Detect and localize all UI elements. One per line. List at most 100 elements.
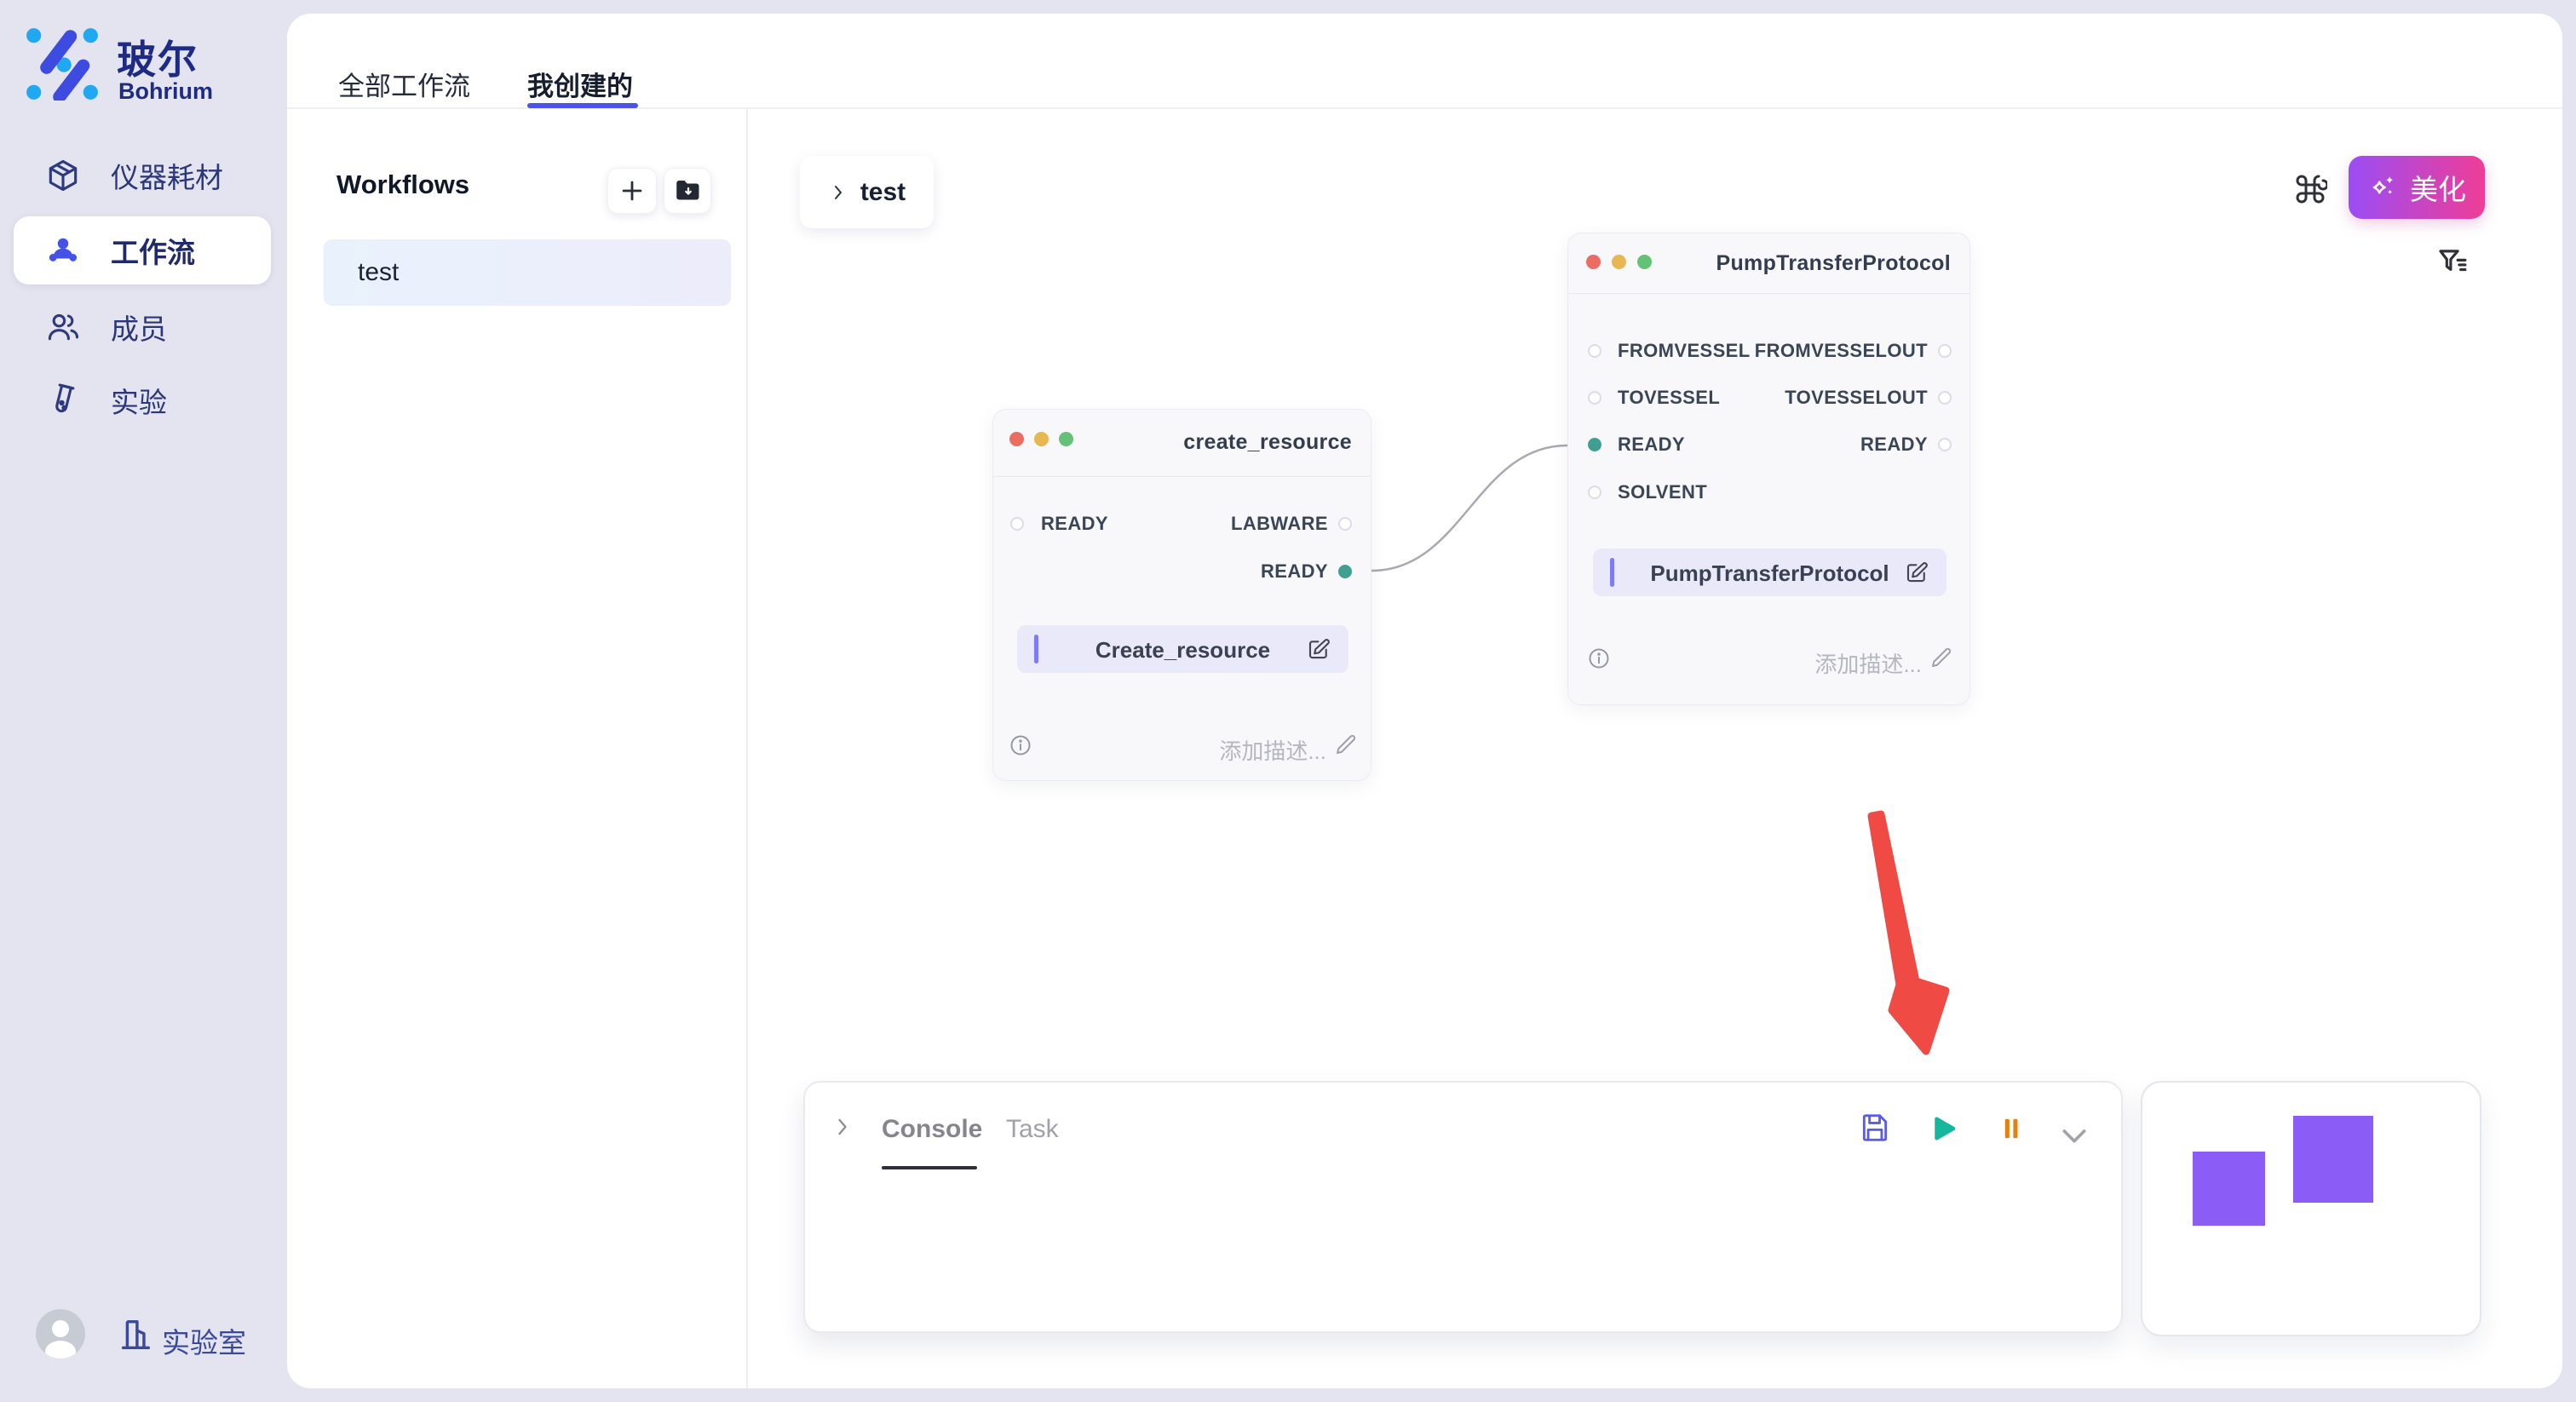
info-icon xyxy=(1009,733,1032,757)
play-icon xyxy=(1928,1113,1958,1144)
sidebar-item-label: 实验 xyxy=(111,380,167,421)
node-pill: PumpTransferProtocol xyxy=(1593,549,1946,596)
port-handle-solvent[interactable] xyxy=(1588,486,1601,499)
traffic-light-yellow-icon xyxy=(1034,432,1049,446)
console-tab[interactable]: Console xyxy=(882,1115,982,1144)
avatar-person-icon xyxy=(36,1309,85,1359)
collapse-console-button[interactable] xyxy=(2057,1118,2091,1152)
node-info-button[interactable] xyxy=(1009,733,1032,757)
edit-description-button[interactable] xyxy=(1333,732,1359,757)
brand-logo[interactable] xyxy=(26,27,99,101)
sidebar-item-workflow[interactable]: 工作流 xyxy=(14,216,271,284)
traffic-light-yellow-icon xyxy=(1612,255,1626,269)
edit-pencil-square-icon xyxy=(1306,636,1331,662)
save-icon xyxy=(1859,1112,1891,1144)
breadcrumb-label: test xyxy=(860,178,906,207)
port-handle-tovessel[interactable] xyxy=(1588,391,1601,405)
save-button[interactable] xyxy=(1859,1112,1891,1144)
edit-description-button[interactable] xyxy=(1929,645,1954,670)
members-icon xyxy=(44,308,82,346)
edit-node-button[interactable] xyxy=(1904,560,1929,585)
sidebar-item-label: 工作流 xyxy=(111,230,195,271)
layout-command-button[interactable] xyxy=(2293,172,2327,206)
workflow-list-item-test[interactable]: test xyxy=(324,239,731,306)
beautify-label: 美化 xyxy=(2410,167,2466,208)
port-handle-fromvessel[interactable] xyxy=(1588,344,1601,358)
minimap[interactable] xyxy=(2141,1081,2481,1336)
node-info-button[interactable] xyxy=(1587,646,1611,670)
workspace-label[interactable]: 实验室 xyxy=(162,1320,246,1361)
user-avatar[interactable] xyxy=(36,1309,85,1359)
chevron-right-icon xyxy=(828,182,848,203)
filter-button[interactable] xyxy=(2435,244,2470,280)
port-label: READY xyxy=(1261,560,1328,583)
node-description-placeholder[interactable]: 添加描述... xyxy=(1219,734,1326,766)
node-pill: Create_resource xyxy=(1017,625,1348,673)
workflow-tabbar: 全部工作流 我创建的 xyxy=(287,14,2562,109)
port-handle-input-ready[interactable] xyxy=(1010,517,1024,531)
annotation-red-arrow xyxy=(1872,814,1946,1051)
plus-icon xyxy=(618,176,647,205)
beautify-button[interactable]: 美化 xyxy=(2349,156,2485,219)
breadcrumb[interactable]: test xyxy=(800,156,934,228)
port-label: READY xyxy=(1618,433,1685,457)
sidebar-item-label: 成员 xyxy=(111,307,167,348)
workflow-item-label: test xyxy=(358,258,399,287)
workflows-heading: Workflows xyxy=(336,170,469,200)
port-label: FROMVESSEL xyxy=(1618,339,1751,363)
building-icon xyxy=(116,1314,155,1355)
run-button[interactable] xyxy=(1928,1113,1958,1144)
task-tab[interactable]: Task xyxy=(1006,1115,1059,1144)
info-icon xyxy=(1587,646,1611,670)
package-icon xyxy=(44,157,82,194)
add-workflow-button[interactable] xyxy=(607,168,657,214)
console-panel: Console Task xyxy=(803,1081,2123,1333)
node-create-resource[interactable]: create_resource READY LABWARE READY Crea… xyxy=(992,409,1371,781)
tab-created-by-me[interactable]: 我创建的 xyxy=(527,65,633,103)
import-folder-button[interactable] xyxy=(664,168,711,214)
node-pump-transfer-protocol[interactable]: PumpTransferProtocol FROMVESSEL FROMVESS… xyxy=(1567,233,1970,705)
port-label: FROMVESSELOUT xyxy=(1755,339,1928,363)
port-handle-ready-out[interactable] xyxy=(1938,438,1952,451)
pause-icon xyxy=(1996,1113,2027,1144)
brand-name-en: Bohrium xyxy=(118,78,213,105)
filter-icon xyxy=(2435,244,2470,280)
edit-node-button[interactable] xyxy=(1306,636,1331,662)
port-label: TOVESSEL xyxy=(1618,386,1720,410)
pill-label: Create_resource xyxy=(1017,637,1348,664)
port-handle-output-ready[interactable] xyxy=(1338,565,1352,578)
traffic-light-red-icon xyxy=(1009,432,1024,446)
port-handle-output-labware[interactable] xyxy=(1338,517,1352,531)
pencil-icon xyxy=(1333,732,1359,757)
bohrium-logo-icon xyxy=(26,27,99,101)
brand-name-cn: 玻尔 xyxy=(117,29,198,85)
edge-connection xyxy=(1371,445,1567,571)
node-title: PumpTransferProtocol xyxy=(1716,251,1952,276)
sidebar-item-experiments[interactable]: 实验 xyxy=(14,366,271,434)
chevron-down-icon xyxy=(2057,1118,2091,1152)
port-label: READY xyxy=(1041,512,1108,536)
tab-all-workflows[interactable]: 全部工作流 xyxy=(338,65,470,103)
traffic-light-red-icon xyxy=(1586,255,1601,269)
experiment-icon xyxy=(44,382,82,419)
command-icon xyxy=(2293,172,2327,206)
port-label: LABWARE xyxy=(1231,512,1328,536)
workflow-icon xyxy=(44,232,82,269)
port-handle-tovesselout[interactable] xyxy=(1938,391,1952,405)
pencil-icon xyxy=(1929,645,1954,670)
pause-button[interactable] xyxy=(1996,1113,2027,1144)
sidebar-item-label: 仪器耗材 xyxy=(111,155,223,196)
sidebar-item-consumables[interactable]: 仪器耗材 xyxy=(14,141,271,210)
port-handle-ready-in[interactable] xyxy=(1588,438,1601,451)
node-description-placeholder[interactable]: 添加描述... xyxy=(1814,647,1922,679)
pill-label: PumpTransferProtocol xyxy=(1593,560,1946,587)
workspace-switcher[interactable] xyxy=(116,1314,155,1355)
console-expand-button[interactable] xyxy=(831,1115,854,1139)
port-handle-fromvesselout[interactable] xyxy=(1938,344,1952,358)
minimap-node xyxy=(2293,1116,2373,1203)
sidebar-item-members[interactable]: 成员 xyxy=(14,293,271,361)
port-label: READY xyxy=(1860,433,1928,457)
edit-pencil-square-icon xyxy=(1904,560,1929,585)
chevron-right-icon xyxy=(831,1115,854,1139)
sparkles-icon xyxy=(2367,171,2400,204)
